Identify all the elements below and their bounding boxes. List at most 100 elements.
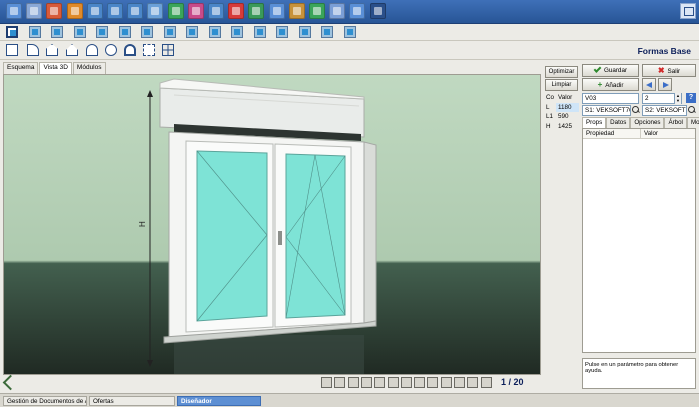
tab-modelos[interactable]: Modelos	[686, 117, 699, 128]
tab-props[interactable]: Props	[582, 117, 607, 128]
camera-icon[interactable]	[387, 377, 399, 388]
chart-icon[interactable]	[248, 3, 265, 19]
tab-esquema[interactable]: Esquema	[3, 62, 39, 74]
clear-button[interactable]: Limpiar	[545, 79, 578, 91]
table-row[interactable]: L1 590	[544, 112, 579, 122]
double-icon[interactable]	[141, 26, 153, 38]
window-icon[interactable]	[28, 26, 41, 38]
profile-field-1[interactable]: S1: VEKSOFT70C	[582, 105, 631, 116]
slider-icon[interactable]	[231, 26, 243, 38]
property-grid[interactable]: Propiedad Valor	[582, 128, 696, 353]
optimize-button[interactable]: Optimizar	[545, 66, 578, 78]
round-corner-shape-icon[interactable]	[27, 44, 39, 56]
task-designer[interactable]: Diseñador	[177, 396, 261, 406]
page-icon[interactable]	[334, 377, 346, 388]
add-button[interactable]: + Añadir	[582, 78, 639, 91]
print-icon[interactable]	[414, 377, 426, 388]
sash-icon[interactable]	[73, 26, 86, 38]
grid-icon[interactable]	[347, 377, 359, 388]
notes-icon[interactable]	[349, 3, 366, 19]
glass-icon[interactable]	[253, 26, 266, 38]
window-restore-icon[interactable]	[680, 3, 696, 19]
calculator-icon[interactable]	[147, 3, 164, 19]
paint-icon[interactable]	[374, 377, 386, 388]
copy-icon[interactable]	[400, 377, 412, 388]
square-shape-icon[interactable]	[6, 44, 18, 56]
circle-shape-icon[interactable]	[105, 44, 117, 56]
layers-icon[interactable]	[268, 3, 285, 19]
search-icon[interactable]	[632, 106, 640, 114]
window-3d-render: H	[138, 78, 377, 374]
door-icon[interactable]	[118, 26, 131, 38]
settings-icon[interactable]	[467, 377, 479, 388]
help-button[interactable]: ?	[686, 93, 696, 103]
frame-icon[interactable]	[321, 377, 332, 388]
count-stepper[interactable]: ▲ ▼	[674, 93, 681, 104]
power-icon[interactable]	[369, 3, 386, 19]
zoom-icon[interactable]	[480, 377, 492, 388]
cross-shape-icon[interactable]	[162, 44, 174, 56]
list-icon[interactable]	[127, 3, 144, 19]
trash-icon[interactable]	[427, 377, 439, 388]
frame-type-toolbar	[0, 24, 699, 41]
frame-icon[interactable]	[6, 26, 18, 38]
folder-icon[interactable]	[66, 3, 83, 19]
round-arch-shape-icon[interactable]	[124, 44, 136, 56]
save-button[interactable]: Guardar	[582, 64, 639, 77]
opening-icon[interactable]	[96, 26, 108, 38]
pentagon-shape-icon[interactable]	[46, 44, 58, 56]
add-label: Añadir	[605, 82, 624, 89]
search-icon[interactable]	[688, 106, 696, 114]
measure-value[interactable]: 1180	[556, 102, 579, 112]
refresh-icon[interactable]	[309, 3, 325, 19]
tools-icon[interactable]	[46, 3, 63, 19]
transom-icon[interactable]	[186, 26, 198, 38]
mullion-icon[interactable]	[276, 26, 288, 38]
pane-icon[interactable]	[51, 26, 63, 38]
3d-viewport[interactable]: H	[3, 74, 541, 375]
cube-icon[interactable]	[208, 3, 224, 19]
delete-icon[interactable]	[228, 3, 245, 19]
column-header: Valor	[558, 94, 573, 101]
camera2-icon[interactable]	[440, 377, 452, 388]
exit-button[interactable]: ✖ Salir	[642, 64, 696, 77]
shape-toolbar: Formas Base	[0, 41, 699, 60]
document-icon[interactable]	[6, 3, 22, 19]
palette-icon[interactable]	[454, 377, 465, 388]
tab-datos[interactable]: Datos	[606, 117, 631, 128]
tab-arbol[interactable]: Árbol	[664, 117, 687, 128]
link-icon[interactable]	[360, 377, 372, 388]
panel-icon[interactable]	[208, 26, 221, 38]
property-tabs: Props Datos Opciones Árbol Modelos	[582, 117, 699, 128]
measure-value[interactable]: 1425	[556, 122, 579, 132]
measure-value[interactable]: 590	[556, 112, 579, 122]
users-icon[interactable]	[329, 3, 346, 19]
shapes-icon[interactable]	[167, 3, 184, 19]
measure-key: L1	[546, 113, 554, 120]
task-offers[interactable]: Ofertas	[89, 396, 175, 406]
table-row[interactable]: H 1425	[544, 122, 579, 132]
tab-opciones[interactable]: Opciones	[630, 117, 665, 128]
split-icon[interactable]	[163, 26, 176, 38]
house-shape-icon[interactable]	[66, 44, 78, 56]
tilt-icon[interactable]	[298, 26, 311, 38]
catalog-icon[interactable]	[86, 3, 103, 19]
building-icon[interactable]	[26, 3, 43, 19]
profile-field-2[interactable]: S2: VEKSOFT70C	[642, 105, 687, 116]
table-row[interactable]: L 1180	[544, 102, 579, 112]
height-dimension-label: H	[138, 221, 147, 227]
arch-shape-icon[interactable]	[86, 44, 98, 56]
next-button[interactable]	[658, 78, 672, 91]
task-documents[interactable]: Gestión de Documentos de Almacén	[3, 396, 87, 406]
tab-modulos[interactable]: Módulos	[72, 62, 106, 74]
casement-icon[interactable]	[321, 26, 333, 38]
grid-icon[interactable]	[343, 26, 356, 38]
colors-icon[interactable]	[187, 3, 204, 19]
code-field[interactable]: V03	[582, 93, 639, 104]
prev-button[interactable]	[642, 78, 656, 91]
grid-shape-icon[interactable]	[143, 44, 155, 56]
tab-vista-3d[interactable]: Vista 3D	[39, 62, 72, 74]
box-icon[interactable]	[288, 3, 305, 19]
report-icon[interactable]	[107, 3, 123, 19]
view-tabs: Esquema Vista 3D Módulos	[3, 62, 107, 74]
